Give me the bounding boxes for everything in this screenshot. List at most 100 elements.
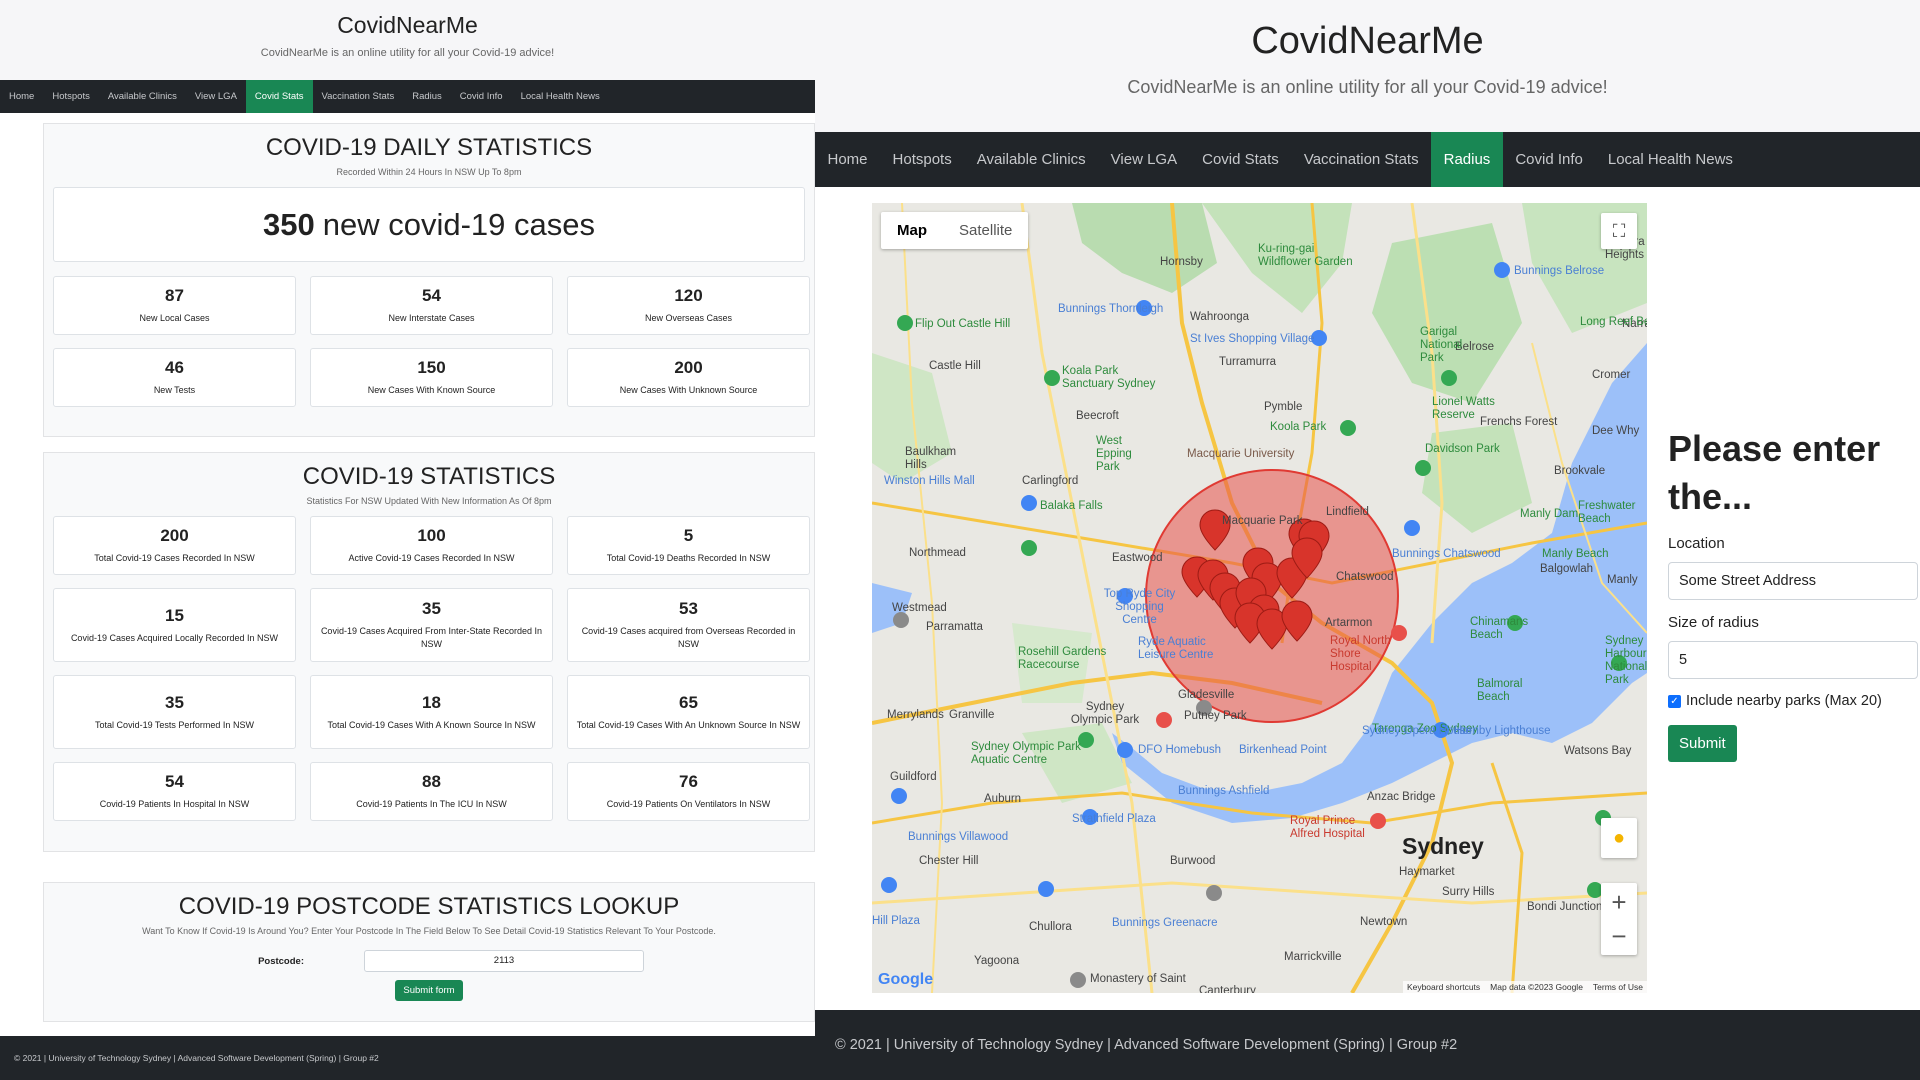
map-label: Manly: [1607, 574, 1638, 586]
map-label-park: Garigal National Park: [1420, 326, 1463, 364]
map-label-shop: Bunnings Ashfield: [1178, 785, 1270, 797]
map-label: Anzac Bridge: [1367, 791, 1436, 803]
new-cases-number: 350: [263, 206, 315, 242]
map-label: Artarmon: [1325, 617, 1373, 629]
map-label: Guildford: [890, 771, 937, 783]
radius-size-label: Size of radius: [1668, 614, 1759, 631]
location-input[interactable]: Some Street Address: [1668, 562, 1918, 600]
hospital-pin-icon: [1370, 813, 1386, 829]
map-label-park: Balmoral Beach: [1477, 678, 1523, 703]
stat-label: New Local Cases: [139, 313, 210, 324]
place-pin-icon: [893, 612, 909, 628]
stat-card: 53 Covid-19 Cases acquired from Overseas …: [567, 588, 810, 662]
shop-pin-icon: [891, 788, 907, 804]
shop-pin-icon: [1021, 495, 1037, 511]
nav-available-clinics[interactable]: Available Clinics: [99, 80, 186, 113]
nav-view-lga[interactable]: View LGA: [186, 80, 246, 113]
fullscreen-icon[interactable]: ⛶: [1601, 213, 1637, 249]
nav-radius[interactable]: Radius: [1431, 132, 1503, 187]
park-pin-icon: [1340, 420, 1356, 436]
map-label: Lindfield: [1326, 506, 1369, 518]
map-type-satellite-button[interactable]: Satellite: [943, 212, 1028, 249]
pegman-icon[interactable]: ●: [1601, 818, 1637, 858]
map-label-park: West Epping Park: [1096, 435, 1132, 473]
nav-home[interactable]: Home: [815, 132, 880, 187]
map-park: [1072, 203, 1217, 293]
zoom-out-button[interactable]: −: [1611, 919, 1626, 953]
stat-card: 5 Total Covid-19 Deaths Recorded In NSW: [567, 516, 810, 575]
map-label: Turramurra: [1219, 356, 1277, 368]
map-label: Chullora: [1029, 921, 1072, 933]
site-title: CovidNearMe: [1251, 20, 1484, 62]
map-label-park: Ku-ring-gai Wildflower Garden: [1258, 243, 1353, 268]
shop-pin-icon: [1404, 520, 1420, 536]
include-parks-checkbox[interactable]: ✓: [1668, 694, 1681, 708]
stat-value: 18: [422, 692, 441, 712]
google-logo: Google: [878, 971, 934, 988]
nav-home[interactable]: Home: [0, 80, 43, 113]
covid-stats-panel: COVID-19 STATISTICS Statistics For NSW U…: [43, 452, 815, 852]
submit-form-button[interactable]: Submit form: [395, 980, 463, 1001]
map-label-park: Manly Dam: [1520, 508, 1579, 520]
map-label-shop: Bunnings Villawood: [908, 831, 1009, 843]
stat-card: 200 New Cases With Unknown Source: [567, 348, 810, 407]
stat-value: 65: [679, 692, 698, 712]
nav-covid-info[interactable]: Covid Info: [1503, 132, 1596, 187]
nav-hotspots[interactable]: Hotspots: [43, 80, 99, 113]
nav-covid-info[interactable]: Covid Info: [451, 80, 512, 113]
new-cases-text: new covid-19 cases: [322, 206, 595, 242]
stat-label: Total Covid-19 Cases With A Known Source…: [327, 719, 536, 730]
map-view[interactable]: Hornsby Wahroonga Turramurra Castle Hill…: [872, 203, 1647, 993]
radius-page: CovidNearMe CovidNearMe is an online uti…: [815, 0, 1920, 1080]
nav-vaccination-stats[interactable]: Vaccination Stats: [1291, 132, 1431, 187]
zoom-control: + −: [1601, 883, 1637, 955]
zoom-in-button[interactable]: +: [1611, 885, 1626, 919]
map-label-shop: Hornby Lighthouse: [1454, 725, 1551, 737]
map-type-map-button[interactable]: Map: [881, 212, 943, 249]
map-label: Monastery of Saint: [1090, 973, 1186, 985]
terms-of-use-link[interactable]: Terms of Use: [1593, 982, 1643, 992]
map-data-credit: Map data ©2023 Google: [1490, 982, 1583, 992]
site-subtitle: CovidNearMe is an online utility for all…: [260, 47, 555, 59]
nav-view-lga[interactable]: View LGA: [1098, 132, 1189, 187]
nav-radius[interactable]: Radius: [403, 80, 451, 113]
postcode-input[interactable]: 2113: [364, 950, 644, 972]
daily-stats-subtitle: Recorded Within 24 Hours In NSW Up To 8p…: [336, 167, 522, 177]
keyboard-shortcuts-link[interactable]: Keyboard shortcuts: [1407, 982, 1480, 992]
map-label: Macquarie Park: [1222, 515, 1303, 527]
map-label-shop: Bunnings Thornleigh: [1058, 303, 1164, 315]
nav-covid-stats[interactable]: Covid Stats: [245, 80, 313, 113]
radius-size-input[interactable]: 5: [1668, 641, 1918, 679]
map-label: Pymble: [1264, 401, 1303, 413]
nav-local-health-news[interactable]: Local Health News: [1595, 132, 1745, 187]
map-label: Surry Hills: [1442, 886, 1495, 898]
park-pin-icon: [1021, 540, 1037, 556]
stat-card: 76 Covid-19 Patients On Ventilators In NS…: [567, 762, 810, 821]
stat-card: 46 New Tests: [53, 348, 296, 407]
map-label-park: Sydney Harbour National Park: [1605, 635, 1647, 686]
location-label: Location: [1668, 535, 1725, 552]
stat-label: Total Covid-19 Tests Performed In NSW: [95, 719, 254, 730]
nav-vaccination-stats[interactable]: Vaccination Stats: [313, 80, 404, 113]
stat-value: 53: [679, 599, 698, 619]
nav-covid-stats[interactable]: Covid Stats: [1190, 132, 1292, 187]
stat-card: 100 Active Covid-19 Cases Recorded In NSW: [310, 516, 553, 575]
nav-hotspots[interactable]: Hotspots: [880, 132, 964, 187]
stat-label: Active Covid-19 Cases Recorded In NSW: [348, 553, 515, 564]
map-label: Granville: [949, 709, 995, 721]
nav-available-clinics[interactable]: Available Clinics: [964, 132, 1098, 187]
map-label: Brookvale: [1554, 465, 1606, 477]
daily-stats-panel: COVID-19 DAILY STATISTICS Recorded Withi…: [43, 123, 815, 437]
map-label: Hornsby: [1160, 256, 1203, 268]
stat-label: Covid-19 Patients In Hospital In NSW: [99, 799, 250, 810]
stat-label: New Cases With Known Source: [367, 385, 496, 396]
nav-local-health-news[interactable]: Local Health News: [512, 80, 609, 113]
map-label-park: Flip Out Castle Hill: [915, 318, 1011, 330]
stat-value: 88: [422, 772, 441, 792]
submit-button[interactable]: Submit: [1668, 725, 1737, 762]
stat-value: 100: [417, 526, 446, 546]
map-label-park: Manly Beach: [1542, 548, 1609, 560]
map-label: Macquarie University: [1187, 448, 1295, 460]
map-label-hospital: Royal Prince Alfred Hospital: [1290, 815, 1365, 840]
navbar: Home Hotspots Available Clinics View LGA…: [815, 132, 1920, 187]
